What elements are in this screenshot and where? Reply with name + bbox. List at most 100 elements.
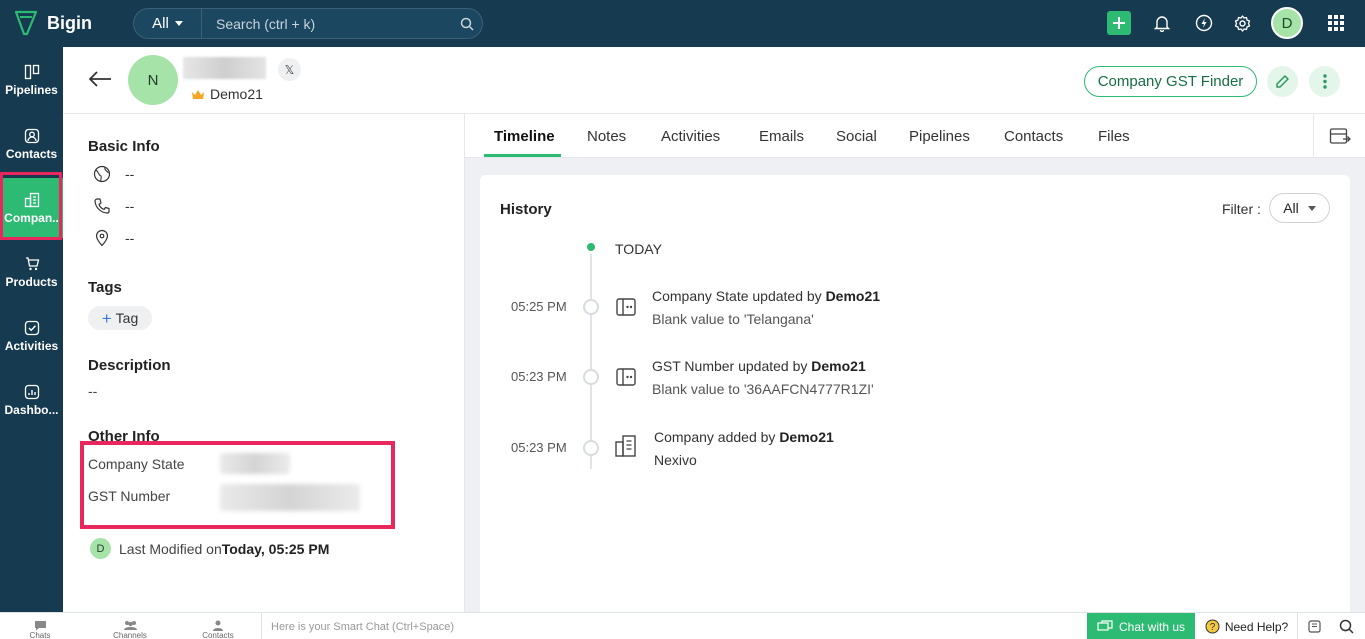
x-social-button[interactable]: 𝕏 bbox=[278, 58, 301, 81]
back-arrow-icon[interactable] bbox=[87, 69, 113, 94]
more-options-button[interactable] bbox=[1309, 66, 1340, 97]
company-gst-finder-button[interactable]: Company GST Finder bbox=[1084, 66, 1257, 97]
chat-with-us-label: Chat with us bbox=[1118, 619, 1186, 634]
add-tag-button[interactable]: + Tag bbox=[88, 306, 152, 330]
highlight-box-other-info bbox=[80, 441, 395, 529]
chat-icon bbox=[1097, 620, 1113, 631]
chat-with-us-button[interactable]: Chat with us bbox=[1087, 613, 1195, 639]
timeline-time: 05:23 PM bbox=[511, 440, 567, 455]
more-vertical-icon bbox=[1322, 74, 1327, 89]
entry-user: Demo21 bbox=[825, 288, 881, 304]
tab-contacts[interactable]: Contacts bbox=[1004, 114, 1063, 158]
location-pin-icon bbox=[95, 229, 109, 247]
contacts-label: Contacts bbox=[202, 631, 234, 639]
search-scope-select[interactable]: All bbox=[134, 9, 202, 38]
description-title: Description bbox=[88, 357, 171, 374]
tab-pipelines[interactable]: Pipelines bbox=[909, 114, 970, 158]
chat-bubble-icon bbox=[34, 621, 46, 631]
channels-icon bbox=[123, 621, 137, 630]
tab-notes[interactable]: Notes bbox=[587, 114, 626, 158]
edit-button[interactable] bbox=[1267, 66, 1298, 97]
nav-item-pipelines[interactable]: Pipelines bbox=[0, 50, 63, 110]
website-value: -- bbox=[125, 166, 135, 182]
active-tab-indicator bbox=[484, 154, 561, 157]
apps-grid-icon[interactable] bbox=[1325, 12, 1347, 34]
nav-label: Dashbo... bbox=[4, 402, 59, 417]
owner-name: Demo21 bbox=[210, 86, 263, 102]
address-row: -- bbox=[93, 229, 134, 247]
description-value: -- bbox=[88, 383, 98, 399]
settings-gear-icon[interactable] bbox=[1231, 12, 1253, 34]
today-dot bbox=[584, 240, 598, 254]
left-navigation: Pipelines Contacts Compan.. Products Act… bbox=[0, 47, 63, 612]
today-label: TODAY bbox=[615, 241, 662, 257]
tab-options-button[interactable] bbox=[1313, 114, 1365, 158]
tags-title: Tags bbox=[88, 279, 122, 296]
quick-create-button[interactable] bbox=[1107, 11, 1131, 35]
global-search[interactable]: All Search (ctrl + k) bbox=[133, 8, 483, 39]
need-help-button[interactable]: ? Need Help? bbox=[1196, 613, 1298, 639]
bottom-contacts-button[interactable]: Contacts bbox=[198, 613, 238, 639]
nav-label: Products bbox=[5, 274, 58, 289]
last-modified-time: Today, 05:25 PM bbox=[221, 540, 330, 557]
products-icon bbox=[25, 256, 39, 270]
timeline-entry-detail: Blank value to '36AAFCN4777R1ZI' bbox=[652, 381, 874, 397]
search-input[interactable]: Search (ctrl + k) bbox=[202, 16, 452, 32]
bottom-search-icon[interactable] bbox=[1336, 616, 1356, 636]
contacts-icon bbox=[24, 128, 39, 143]
field-update-icon bbox=[616, 368, 636, 386]
timeline-dot bbox=[583, 440, 599, 456]
nav-item-activities[interactable]: Activities bbox=[0, 306, 63, 366]
help-question-icon: ? bbox=[1205, 619, 1220, 634]
entry-user: Demo21 bbox=[779, 429, 834, 445]
bigin-logo-icon bbox=[14, 10, 38, 36]
channels-button[interactable]: Channels bbox=[108, 613, 152, 639]
tab-social[interactable]: Social bbox=[836, 114, 877, 158]
nav-label: Activities bbox=[4, 338, 59, 353]
upgrade-bolt-icon[interactable] bbox=[1193, 12, 1215, 34]
plus-icon: + bbox=[101, 308, 112, 328]
app-logo[interactable]: Bigin bbox=[14, 10, 92, 36]
entry-action: GST Number updated by bbox=[652, 358, 812, 374]
svg-text:?: ? bbox=[1210, 622, 1216, 633]
company-name-redacted bbox=[183, 57, 266, 79]
timeline-entry-title: Company added by Demo21 bbox=[654, 429, 834, 445]
timeline-entry-detail: Nexivo bbox=[654, 452, 697, 468]
nav-item-dashboards[interactable]: Dashbo... bbox=[0, 370, 63, 430]
field-update-icon bbox=[616, 298, 636, 316]
user-avatar[interactable]: D bbox=[1271, 7, 1303, 39]
timeline-dot bbox=[583, 369, 599, 385]
record-owner[interactable]: Demo21 bbox=[191, 86, 263, 102]
tab-files[interactable]: Files bbox=[1098, 114, 1130, 158]
record-details-panel: Basic Info -- -- -- Tags + Tag Descriptio… bbox=[63, 114, 465, 612]
tab-activities[interactable]: Activities bbox=[661, 114, 720, 158]
notes-icon[interactable] bbox=[1304, 616, 1324, 636]
app-name: Bigin bbox=[47, 12, 92, 33]
tab-emails[interactable]: Emails bbox=[759, 114, 804, 158]
notifications-bell-icon[interactable] bbox=[1151, 12, 1173, 34]
chats-button[interactable]: Chats bbox=[22, 613, 58, 639]
customize-tabs-icon bbox=[1329, 128, 1351, 144]
bottom-bar: Chats Channels Contacts Here is your Sma… bbox=[0, 612, 1365, 639]
timeline-time: 05:25 PM bbox=[511, 299, 567, 314]
tab-timeline[interactable]: Timeline bbox=[494, 114, 555, 158]
history-filter-select[interactable]: All bbox=[1269, 193, 1330, 223]
entry-user: Demo21 bbox=[811, 358, 866, 374]
history-card: History Filter : All TODAY 05:25 PM Comp… bbox=[480, 175, 1350, 612]
need-help-label: Need Help? bbox=[1224, 619, 1289, 634]
website-row: -- bbox=[93, 165, 134, 183]
entry-action: Company added by bbox=[654, 429, 780, 445]
nav-label: Contacts bbox=[5, 146, 58, 161]
nav-item-contacts[interactable]: Contacts bbox=[0, 114, 63, 174]
last-modified-prefix: Last Modified on bbox=[119, 540, 222, 557]
crown-icon bbox=[192, 89, 204, 99]
search-icon[interactable] bbox=[452, 17, 482, 31]
record-header: N 𝕏 Demo21 Company GST Finder bbox=[63, 47, 1365, 114]
plus-icon bbox=[1113, 17, 1125, 29]
pencil-icon bbox=[1276, 75, 1289, 88]
nav-item-products[interactable]: Products bbox=[0, 242, 63, 302]
record-tabs: Timeline Notes Activities Emails Social … bbox=[465, 114, 1365, 158]
phone-value: -- bbox=[125, 198, 135, 214]
smart-chat-input[interactable]: Here is your Smart Chat (Ctrl+Space) bbox=[261, 613, 1086, 639]
timeline-line bbox=[590, 247, 592, 469]
